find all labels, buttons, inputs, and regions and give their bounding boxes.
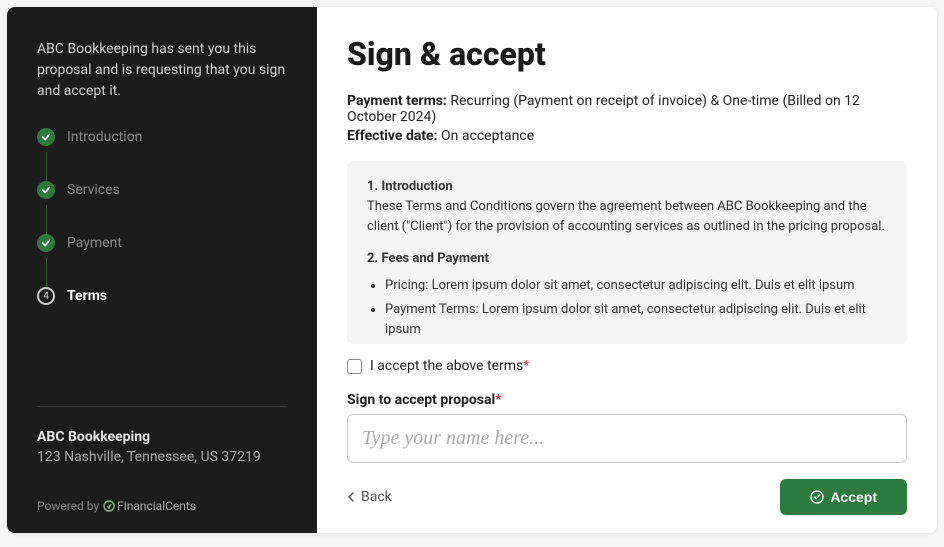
accept-button-label: Accept xyxy=(830,489,877,505)
divider xyxy=(37,406,287,407)
terms-section-intro: 1. Introduction These Terms and Conditio… xyxy=(367,177,887,237)
step-terms[interactable]: 4 Terms xyxy=(37,287,287,305)
list-item: Pricing: Lorem ipsum dolor sit amet, con… xyxy=(385,276,887,296)
brand-name: FinancialCents xyxy=(117,499,196,513)
step-payment[interactable]: Payment xyxy=(37,234,287,252)
check-icon xyxy=(37,181,55,199)
company-address: 123 Nashville, Tennessee, US 37219 xyxy=(37,449,287,465)
actions-row: Back Accept xyxy=(347,479,907,515)
step-introduction[interactable]: Introduction xyxy=(37,128,287,146)
check-icon xyxy=(37,128,55,146)
step-label: Payment xyxy=(67,235,122,251)
step-services[interactable]: Services xyxy=(37,181,287,199)
payment-terms-label: Payment terms: xyxy=(347,93,447,109)
accept-button[interactable]: Accept xyxy=(780,479,907,515)
required-asterisk: * xyxy=(523,358,529,374)
sign-label: Sign to accept proposal* xyxy=(347,392,907,408)
company-name: ABC Bookkeeping xyxy=(37,429,287,445)
powered-by: Powered by FinancialCents xyxy=(37,499,287,513)
step-number-badge: 4 xyxy=(37,287,55,305)
back-label: Back xyxy=(361,489,392,505)
effective-date-value: On acceptance xyxy=(441,128,534,144)
main-panel: Sign & accept Payment terms: Recurring (… xyxy=(317,7,937,533)
sidebar-footer: ABC Bookkeeping 123 Nashville, Tennessee… xyxy=(37,406,287,513)
section-title: 1. Introduction xyxy=(367,179,453,194)
section-title: 2. Fees and Payment xyxy=(367,251,489,266)
check-icon xyxy=(37,234,55,252)
terms-scroll-box[interactable]: 1. Introduction These Terms and Conditio… xyxy=(347,161,907,344)
effective-date-label: Effective date: xyxy=(347,128,438,144)
sidebar-intro-text: ABC Bookkeeping has sent you this propos… xyxy=(37,39,287,102)
chevron-left-icon xyxy=(347,492,357,502)
terms-section-fees: 2. Fees and Payment Pricing: Lorem ipsum… xyxy=(367,249,887,344)
step-label: Terms xyxy=(67,288,107,304)
signature-input[interactable] xyxy=(347,414,907,463)
step-label: Introduction xyxy=(67,129,142,145)
step-label: Services xyxy=(67,182,120,198)
effective-date-line: Effective date: On acceptance xyxy=(347,128,907,144)
section-body: These Terms and Conditions govern the ag… xyxy=(367,199,885,234)
accept-terms-checkbox[interactable] xyxy=(347,359,362,374)
page-title: Sign & accept xyxy=(347,35,907,73)
check-circle-icon xyxy=(810,490,824,504)
accept-terms-label: I accept the above terms* xyxy=(370,358,529,374)
list-item: Payment Terms: Lorem ipsum dolor sit ame… xyxy=(385,300,887,340)
powered-by-label: Powered by xyxy=(37,499,99,513)
sidebar: ABC Bookkeeping has sent you this propos… xyxy=(7,7,317,533)
required-asterisk: * xyxy=(495,392,501,408)
payment-terms-line: Payment terms: Recurring (Payment on rec… xyxy=(347,93,907,125)
accept-terms-row: I accept the above terms* xyxy=(347,358,907,374)
back-button[interactable]: Back xyxy=(347,489,392,505)
steps-list: Introduction Services Payment 4 Terms xyxy=(37,128,287,340)
brand-logo: FinancialCents xyxy=(103,499,196,513)
